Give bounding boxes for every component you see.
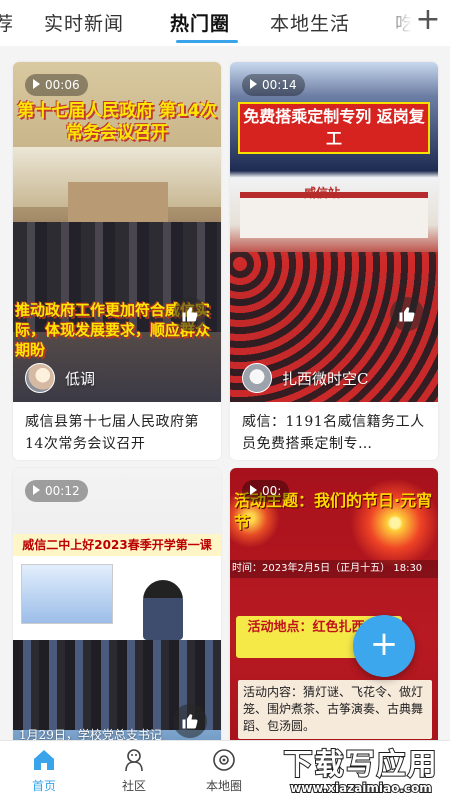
- video-thumbnail[interactable]: 活动主题：我们的节日·元宵节 时间：2023年2月5日（正月十五） 18:30 …: [230, 468, 438, 740]
- thumbs-up-icon: [182, 307, 198, 322]
- video-card-4[interactable]: 活动主题：我们的节日·元宵节 时间：2023年2月5日（正月十五） 18:30 …: [230, 468, 438, 740]
- watermark-url: www.xiazaimiao.com: [289, 780, 433, 796]
- video-duration-badge: 00:12: [25, 480, 88, 502]
- watermark: 下载写应用 www.xiazaimiao.com: [276, 741, 446, 799]
- play-icon: [33, 485, 40, 495]
- bottom-navigation: 首页 社区 本地圈 下载写应用 www.xiazaimiao.com: [0, 740, 450, 800]
- author-name: 扎西微时空C: [282, 369, 369, 388]
- video-duration-badge: 00:06: [25, 74, 88, 96]
- nav-local-circle-label: 本地圈: [205, 779, 242, 793]
- home-icon: [34, 750, 54, 770]
- video-card-1[interactable]: 第十七届人民政府 第14次常务会议召开 推动政府工作更加符合威信实际，体现发展要…: [13, 62, 221, 460]
- thumbnail-title: 第十七届人民政府 第14次常务会议召开: [17, 101, 217, 143]
- add-tab-button[interactable]: +: [414, 5, 442, 35]
- like-button[interactable]: [390, 297, 424, 331]
- card-caption[interactable]: 威信：1191名威信籍务工人员免费搭乘定制专…: [230, 402, 438, 460]
- nav-home-label: 首页: [31, 779, 56, 793]
- video-card-2[interactable]: 威信站 免费搭乘定制专列 返岗复工 00:14 扎西微时空C 威信：1191名威…: [230, 62, 438, 460]
- nav-local-circle[interactable]: 本地圈: [184, 741, 264, 800]
- nav-community-label: 社区: [121, 779, 146, 793]
- tab-local-life[interactable]: 本地生活: [270, 9, 350, 36]
- play-icon: [250, 485, 257, 495]
- author-info[interactable]: 低调: [25, 360, 95, 396]
- feed-grid: 第十七届人民政府 第14次常务会议召开 推动政府工作更加符合威信实际，体现发展要…: [0, 46, 450, 740]
- event-date: 时间：2023年2月5日（正月十五） 18:30: [230, 560, 438, 578]
- video-thumbnail[interactable]: 第十七届人民政府 第14次常务会议召开 推动政府工作更加符合威信实际，体现发展要…: [13, 62, 221, 402]
- nav-community[interactable]: 社区: [94, 741, 174, 800]
- create-post-button[interactable]: +: [353, 615, 415, 677]
- tab-hot-circle[interactable]: 热门圈: [170, 9, 230, 36]
- watermark-text: 下载写应用: [282, 746, 439, 782]
- card-caption[interactable]: 威信县第十七届人民政府第14次常务会议召开: [13, 402, 221, 460]
- station-sign: 威信站: [304, 186, 341, 200]
- active-tab-indicator: [176, 40, 238, 43]
- play-icon: [33, 79, 40, 89]
- like-button[interactable]: [173, 704, 207, 738]
- video-thumbnail[interactable]: 威信二中上好2023春季开学第一课 1月29日，学校党总支书记 00:12: [13, 468, 221, 740]
- thumbs-up-icon: [399, 307, 415, 322]
- tab-recommend[interactable]: 荐: [0, 9, 14, 36]
- event-content: 活动内容：猜灯谜、飞花令、做灯笼、围炉煮茶、古筝演奏、古典舞蹈、包汤圆。: [238, 680, 432, 739]
- play-icon: [250, 79, 257, 89]
- video-duration-badge: 00:14: [242, 74, 305, 96]
- thumbs-up-icon: [182, 714, 198, 729]
- author-info[interactable]: 扎西微时空C: [242, 360, 368, 396]
- video-duration-badge: 00:: [242, 480, 290, 502]
- video-card-3[interactable]: 威信二中上好2023春季开学第一课 1月29日，学校党总支书记 00:12: [13, 468, 221, 740]
- top-tab-bar: 荐 实时新闻 热门圈 本地生活 吃 +: [0, 0, 450, 46]
- like-button[interactable]: [173, 297, 207, 331]
- avatar: [25, 363, 55, 393]
- thumbnail-subtitle: 1月29日，学校党总支书记: [19, 728, 162, 740]
- author-name: 低调: [65, 369, 96, 388]
- nav-home[interactable]: 首页: [4, 741, 84, 800]
- avatar: [242, 363, 272, 393]
- video-thumbnail[interactable]: 威信站 免费搭乘定制专列 返岗复工 00:14 扎西微时空C: [230, 62, 438, 402]
- thumbnail-title: 威信二中上好2023春季开学第一课: [13, 534, 221, 556]
- local-circle-icon: [213, 749, 235, 771]
- community-icon: [125, 749, 143, 772]
- thumbnail-title: 免费搭乘定制专列 返岗复工: [238, 102, 430, 154]
- tab-live-news[interactable]: 实时新闻: [44, 9, 124, 36]
